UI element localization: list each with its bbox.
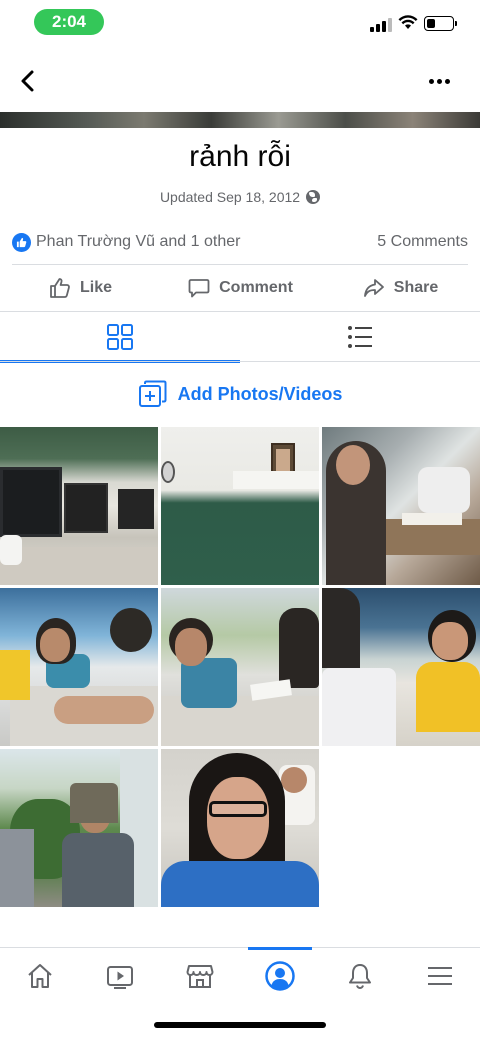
grid-icon: [107, 324, 133, 350]
nav-profile[interactable]: [240, 947, 320, 1003]
notifications-icon: [349, 963, 371, 989]
actions-row: Like Comment Share: [0, 266, 480, 310]
nav-notifications[interactable]: [320, 948, 400, 1003]
nav-menu[interactable]: [400, 948, 480, 1003]
cellular-signal-icon: [370, 18, 392, 32]
list-icon: [348, 326, 372, 348]
thumbs-up-icon: [50, 278, 70, 298]
more-options-button[interactable]: [424, 68, 454, 94]
nav-marketplace[interactable]: [160, 948, 240, 1003]
more-dots-icon: [428, 78, 434, 84]
home-icon: [28, 963, 52, 988]
comment-icon: [188, 279, 210, 298]
share-button[interactable]: Share: [320, 266, 480, 310]
divider: [12, 264, 468, 265]
photo-thumbnail[interactable]: [161, 588, 319, 746]
share-label: Share: [393, 279, 439, 296]
back-button[interactable]: [14, 66, 44, 96]
photo-thumbnail[interactable]: [161, 749, 319, 907]
nav-home[interactable]: [0, 948, 80, 1003]
photo-thumbnail[interactable]: [322, 588, 480, 746]
tab-grid-view[interactable]: [0, 312, 240, 363]
bottom-nav: [0, 947, 480, 1003]
divider: [0, 361, 480, 362]
photo-thumbnail[interactable]: [161, 427, 319, 585]
photo-thumbnail[interactable]: [0, 749, 158, 907]
nav-bar: [0, 56, 480, 106]
chevron-left-icon: [21, 70, 34, 92]
album-updated-date: Updated Sep 18, 2012: [159, 189, 301, 205]
album-meta: Updated Sep 18, 2012: [0, 189, 480, 205]
wifi-icon: [398, 15, 418, 29]
watch-icon: [107, 965, 133, 989]
view-tabs: [0, 312, 480, 363]
profile-icon: [265, 960, 295, 991]
photo-thumbnail[interactable]: [0, 427, 158, 585]
tab-list-view[interactable]: [240, 312, 480, 362]
like-button[interactable]: Like: [0, 266, 160, 310]
like-label: Like: [79, 279, 112, 296]
add-photos-button[interactable]: Add Photos/Videos: [0, 378, 480, 410]
reactions-row: Phan Trường Vũ and 1 other 5 Comments: [12, 228, 468, 256]
status-bar: 2:04: [0, 0, 480, 44]
add-photos-label: Add Photos/Videos: [177, 383, 343, 404]
photo-thumbnail[interactable]: [322, 427, 480, 585]
add-photo-icon: [138, 380, 167, 407]
battery-icon: [424, 16, 457, 31]
menu-icon: [428, 966, 452, 985]
photo-thumbnail[interactable]: [0, 588, 158, 746]
liked-by-text: Phan Trường Vũ and 1 other: [36, 233, 241, 250]
status-time[interactable]: 2:04: [34, 9, 104, 35]
comment-button[interactable]: Comment: [160, 266, 320, 310]
cover-photo-strip[interactable]: [0, 112, 480, 128]
like-reaction-icon: [12, 232, 31, 252]
home-indicator[interactable]: [154, 1022, 326, 1028]
photo-grid: [0, 427, 480, 907]
album-title: rảnh rỗi: [189, 140, 291, 173]
share-icon: [363, 279, 384, 297]
comments-count[interactable]: 5 Comments: [377, 233, 468, 251]
reactions-summary[interactable]: Phan Trường Vũ and 1 other: [12, 232, 241, 252]
nav-watch[interactable]: [80, 948, 160, 1003]
comment-label: Comment: [219, 279, 293, 296]
globe-icon[interactable]: [306, 190, 321, 204]
marketplace-icon: [186, 964, 214, 988]
